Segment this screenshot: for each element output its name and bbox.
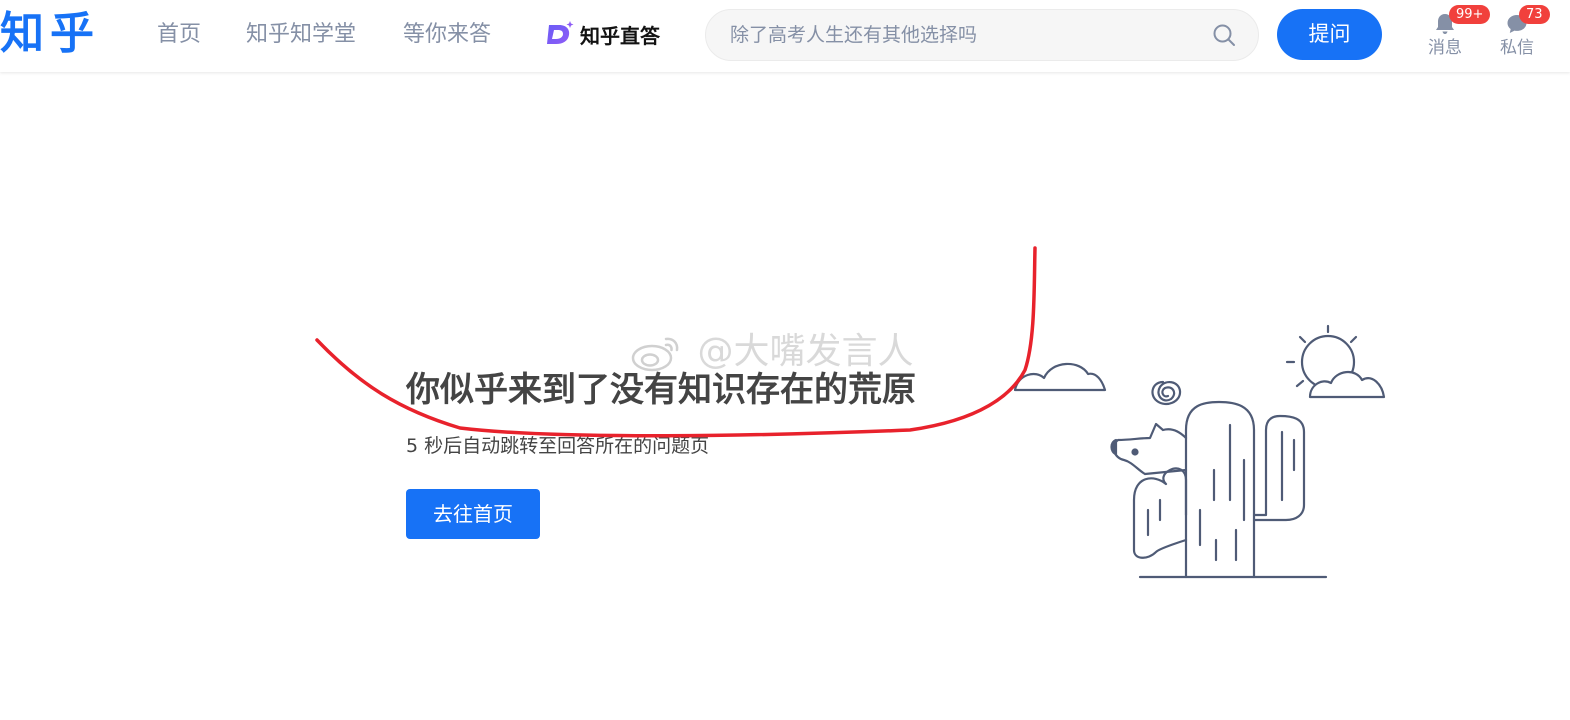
private-messages-label: 私信 bbox=[1500, 38, 1534, 58]
desert-cactus-illustration bbox=[1013, 324, 1386, 579]
messages-label: 消息 bbox=[1428, 38, 1462, 58]
zhihu-logo[interactable]: 知乎 bbox=[0, 6, 100, 62]
search-input[interactable] bbox=[730, 10, 1200, 60]
messages-badge: 99+ bbox=[1449, 5, 1491, 24]
search-box bbox=[705, 9, 1259, 61]
redirect-notice: 5 秒后自动跳转至回答所在的问题页 bbox=[406, 435, 710, 457]
top-header: 知乎 首页 知乎知学堂 等你来答 知乎直答 提问 消息 99+ bbox=[0, 0, 1570, 72]
weibo-watermark: @大嘴发言人 bbox=[630, 330, 913, 374]
nav-zhida[interactable]: 知乎直答 bbox=[544, 18, 660, 50]
go-home-button[interactable]: 去往首页 bbox=[406, 489, 540, 539]
nav-home[interactable]: 首页 bbox=[157, 20, 201, 50]
messages-button[interactable]: 消息 99+ bbox=[1420, 5, 1491, 58]
nav-zhixuetang[interactable]: 知乎知学堂 bbox=[246, 20, 356, 50]
private-messages-button[interactable]: 私信 73 bbox=[1492, 5, 1550, 58]
weibo-icon bbox=[631, 337, 679, 372]
zhida-label: 知乎直答 bbox=[580, 23, 660, 48]
nav-waiting-answers[interactable]: 等你来答 bbox=[403, 20, 491, 50]
private-messages-badge: 73 bbox=[1519, 5, 1550, 24]
zhida-logo-icon bbox=[547, 21, 574, 44]
search-icon[interactable] bbox=[1212, 23, 1236, 47]
ask-question-button[interactable]: 提问 bbox=[1277, 9, 1382, 60]
watermark-text: @大嘴发言人 bbox=[697, 331, 914, 372]
